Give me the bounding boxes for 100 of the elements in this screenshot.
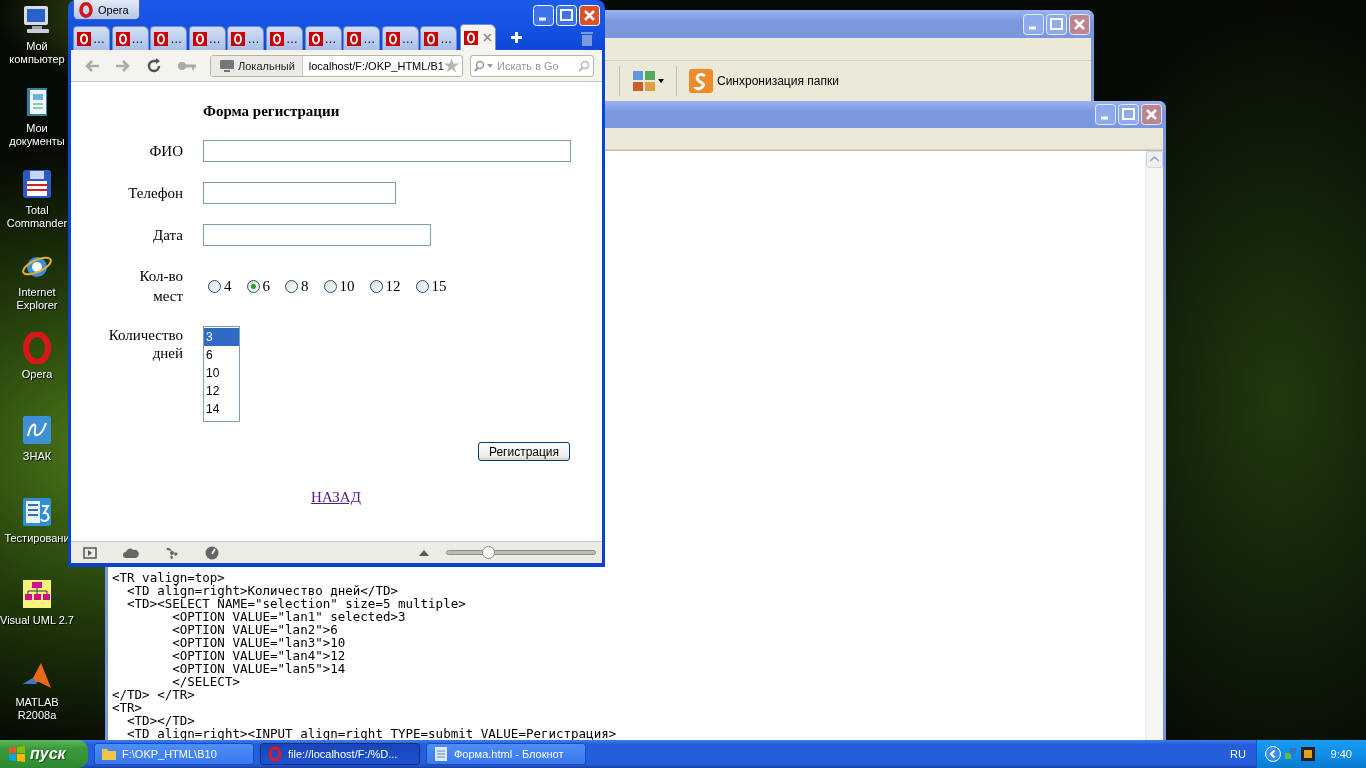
folder-icon [101,746,117,762]
chevron-icon[interactable] [1265,746,1281,762]
browser-tab[interactable]: … [381,26,419,50]
key-icon[interactable] [177,60,196,71]
radio-option[interactable]: 10 [318,277,355,295]
caret-up-icon[interactable] [419,549,429,556]
search-placeholder: Искать в Go [497,59,560,72]
code-line: <TD align=right>Количество дней</TD> [126,584,398,597]
code-line: <TD align=right><INPUT align=right TYPE=submit VALUE=Регистрация> [126,727,618,740]
thumbnails-icon [632,70,656,92]
page-icon [77,31,91,46]
back-link[interactable]: НАЗАД [311,489,361,506]
scroll-up-button[interactable] [1146,151,1163,168]
desktop-icon-label: Opera [20,368,54,381]
add-tab-icon[interactable] [509,31,523,44]
diagram-icon[interactable] [21,578,53,610]
browser-tab[interactable] [459,24,496,50]
browser-tab[interactable]: … [304,26,342,50]
start-button[interactable]: пуск [0,740,88,768]
page-icon [231,31,246,46]
slider-thumb[interactable] [482,546,496,559]
page-icon [269,31,284,46]
url-text: localhost/F:/OKP_HTML/B1 [308,59,444,72]
local-badge[interactable]: Локальный [211,55,303,76]
text-input[interactable] [203,140,571,162]
page-icon [154,31,169,46]
desktop-icon-label: MATLAB R2008a [14,696,60,722]
scrollbar[interactable] [1145,151,1163,742]
form-title: Форма регистрации [203,102,340,120]
browser-tab[interactable]: … [227,26,265,50]
page-icon [347,31,362,46]
gauge-icon[interactable] [205,545,219,560]
trash-icon[interactable] [580,30,594,46]
taskbar-button[interactable]: Форма.html - Блокнот [426,743,586,765]
search-engine-icon[interactable] [474,59,494,72]
panel-toggle-icon[interactable] [83,546,97,559]
code-line: <OPTION VALUE="lan4">12 [171,649,347,662]
radio-option[interactable]: 4 [203,277,232,295]
code-line: <OPTION VALUE="lan5">14 [171,662,347,675]
page-icon [385,31,400,46]
taskbar-button[interactable]: F:\OKP_HTML\B10 [94,743,254,765]
text-input[interactable] [203,224,431,246]
tray-app-icon[interactable] [1301,747,1315,761]
desktop-icon-label: Мой компьютер [8,40,66,66]
list-option[interactable]: 6 [204,346,239,364]
caret-icon [658,79,664,83]
reload-icon[interactable] [146,57,162,74]
desktop-icon-label: Мои документы [8,122,66,148]
radio-option[interactable]: 8 [280,277,309,295]
browser-tab[interactable]: … [150,26,188,50]
star-icon[interactable] [443,58,459,73]
back-arrow-icon[interactable] [84,58,100,73]
code-line: </TD> </TR> [112,688,195,701]
field-label: Кол-во мест [138,267,183,306]
ring-icon[interactable] [21,332,53,364]
close-icon[interactable] [482,33,492,42]
page-icon [115,31,130,46]
radio-option[interactable]: 6 [241,277,270,295]
browser-tab[interactable]: … [343,26,381,50]
radio-option[interactable]: 12 [364,277,401,295]
ring-icon [78,1,94,18]
clock[interactable]: 9:40 [1330,748,1352,760]
field-label: Телефон [128,184,183,203]
browser-tab[interactable]: … [420,26,458,50]
desktop-icon-label: Тестировани [3,532,71,545]
taskbar-button[interactable]: file://localhost/F:/%D... [260,743,420,765]
swirl-icon[interactable] [21,414,53,446]
radio-option[interactable]: 15 [410,277,447,295]
page-icon [463,30,478,45]
views-button[interactable] [630,68,666,94]
fan-icon[interactable] [165,545,179,560]
page-icon [424,31,439,46]
browser-tab[interactable]: … [73,26,110,50]
document-icon[interactable] [21,496,53,528]
monitor-icon [220,59,234,72]
browser-tab[interactable]: … [265,26,303,50]
list-option[interactable]: 3 [204,328,239,346]
list-option[interactable]: 10 [204,364,239,382]
language-indicator[interactable]: RU [1230,748,1246,760]
list-option[interactable]: 12 [204,382,239,400]
code-line: <TD></TD> [126,714,196,727]
search-icon[interactable] [578,59,590,72]
forward-arrow-icon[interactable] [115,58,131,73]
code-line: <OPTION VALUE="lan1" selected>3 [171,610,406,623]
field-label: Дата [153,226,183,245]
text-input[interactable] [203,182,396,204]
register-button[interactable]: Регистрация [478,442,570,461]
code-line: <OPTION VALUE="lan2">6 [171,623,339,636]
browser-menu-button[interactable]: Opera [73,0,140,20]
code-line: <TR valign=top> [112,571,225,584]
list-option[interactable]: 14 [204,400,239,418]
desktop-icon-label: Visual UML 2.7 [0,614,74,627]
browser-tab[interactable]: … [111,26,149,50]
page-icon [308,31,323,46]
field-label: ФИО [149,142,183,161]
browser-tab[interactable]: … [188,26,226,50]
address-field[interactable]: Локальный localhost/F:/OKP_HTML/B1 [210,54,463,77]
list-box[interactable]: 3 6 10 12 14 [203,326,240,422]
flag-icon [8,746,26,762]
cloud-icon[interactable] [123,547,139,558]
